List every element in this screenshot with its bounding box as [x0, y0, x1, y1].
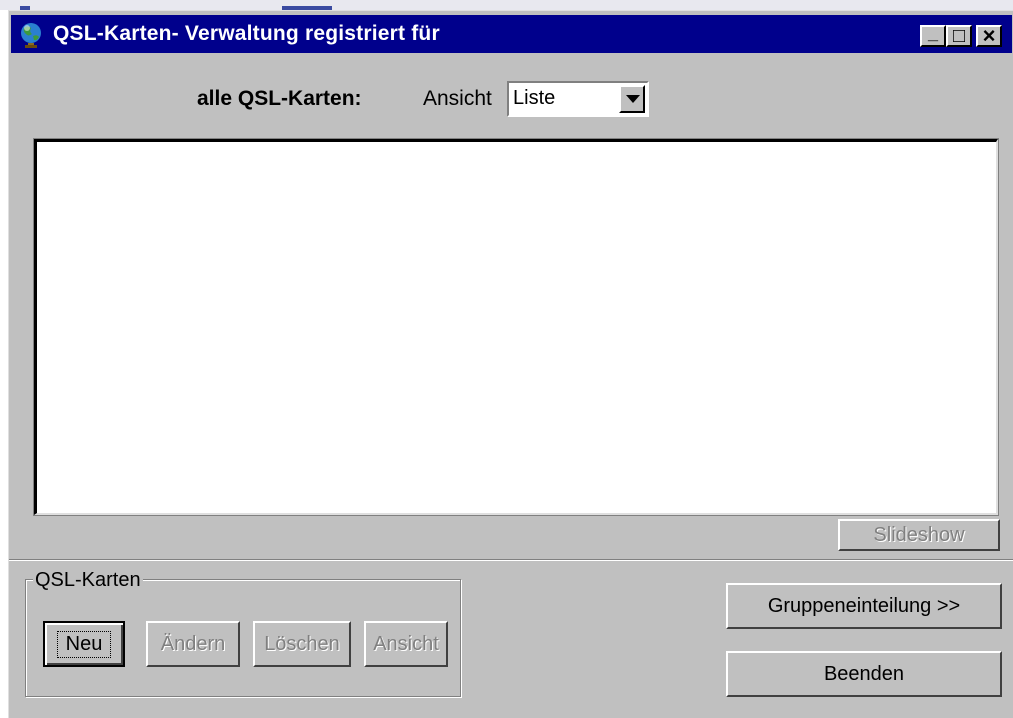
chevron-down-icon[interactable] [619, 85, 645, 113]
qsl-cards-group-title: QSL-Karten [33, 569, 143, 592]
quit-button[interactable]: Beenden [726, 651, 1002, 697]
background-strip [0, 0, 1013, 10]
minimize-icon: _ [927, 22, 938, 43]
view-label: Ansicht [423, 87, 492, 110]
view-button-label: Ansicht [373, 632, 439, 655]
maximize-icon: □ [952, 24, 966, 47]
close-button[interactable]: × [976, 23, 1002, 48]
view-select-value: Liste [513, 87, 556, 109]
quit-button-label: Beenden [823, 662, 905, 685]
edit-button[interactable]: Ändern [146, 621, 240, 667]
window-title: QSL-Karten- Verwaltung registriert für [53, 22, 440, 45]
all-cards-label: alle QSL-Karten: [197, 87, 362, 110]
new-button-label: Neu [56, 630, 112, 658]
separator [9, 559, 1013, 561]
view-button[interactable]: Ansicht [364, 621, 448, 667]
delete-button-label: Löschen [264, 632, 340, 655]
group-division-button-label: Gruppeneinteilung >> [767, 594, 961, 617]
edit-button-label: Ändern [160, 632, 226, 655]
delete-button[interactable]: Löschen [253, 621, 351, 667]
group-division-button[interactable]: Gruppeneinteilung >> [726, 583, 1002, 629]
maximize-button[interactable]: □ [946, 25, 972, 47]
new-button[interactable]: Neu [43, 621, 125, 667]
globe-icon [19, 22, 43, 48]
minimize-button[interactable]: _ [920, 22, 946, 47]
title-bar[interactable]: QSL-Karten- Verwaltung registriert für _… [11, 15, 1012, 53]
view-select[interactable]: Liste [507, 81, 649, 117]
slideshow-button-label: Slideshow [873, 523, 965, 546]
app-window: QSL-Karten- Verwaltung registriert für _… [8, 10, 1013, 718]
qsl-card-list[interactable] [33, 138, 999, 516]
close-icon: × [982, 23, 996, 48]
slideshow-button[interactable]: Slideshow [838, 519, 1000, 551]
